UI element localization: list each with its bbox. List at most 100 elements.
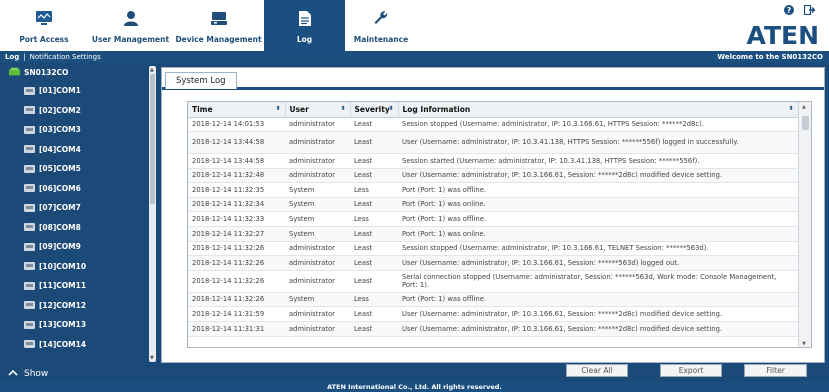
clear-all-button[interactable]: Clear All bbox=[566, 364, 628, 377]
top-right-actions: ? bbox=[784, 4, 816, 18]
cell-info: Session stopped (Username: administrator… bbox=[398, 241, 798, 257]
sidebar-item-port[interactable]: [07]COM7 bbox=[0, 198, 148, 218]
cell-info: Port (Port: 1) was offline. bbox=[398, 292, 798, 308]
wrench-icon bbox=[372, 9, 390, 27]
sort-icon[interactable]: ⬍ bbox=[275, 105, 280, 112]
column-header-time[interactable]: Time ⬍ bbox=[188, 102, 286, 118]
column-header-severity[interactable]: Severity ⬍ bbox=[350, 102, 399, 118]
export-button[interactable]: Export bbox=[660, 364, 722, 377]
nav-tab-user-management[interactable]: User Management bbox=[88, 0, 173, 51]
sidebar-item-port[interactable]: [09]COM9 bbox=[0, 237, 148, 257]
sidebar-item-label: [09]COM9 bbox=[39, 242, 81, 252]
sidebar-item-port[interactable]: [05]COM5 bbox=[0, 159, 148, 179]
cell-severity: Least bbox=[350, 131, 398, 155]
sidebar-item-port[interactable]: [13]COM13 bbox=[0, 315, 148, 335]
table-row[interactable]: 2018-12-14 11:32:26 System Less Port (Port:… bbox=[188, 292, 798, 308]
port-icon bbox=[24, 261, 36, 271]
column-header-user[interactable]: User ⬍ bbox=[285, 102, 351, 118]
cell-user: administrator bbox=[285, 153, 350, 169]
sidebar-item-port[interactable]: [11]COM11 bbox=[0, 276, 148, 296]
sidebar-item-port[interactable]: [01]COM1 bbox=[0, 81, 148, 101]
sidebar-item-port[interactable]: [04]COM4 bbox=[0, 140, 148, 160]
nav-tab-log[interactable]: Log bbox=[264, 0, 345, 51]
tree-root-device[interactable]: SN0132CO bbox=[0, 63, 148, 81]
sidebar-item-label: [13]COM13 bbox=[39, 320, 87, 330]
column-header-log-information[interactable]: Log Information ⬍ bbox=[398, 102, 799, 118]
column-label: Severity bbox=[354, 104, 390, 114]
cell-severity: Least bbox=[350, 226, 398, 242]
device-tree-icon bbox=[9, 67, 21, 77]
table-row[interactable]: 2018-12-14 11:32:35 System Less Port (Port:… bbox=[188, 182, 798, 198]
nav-tab-port-access[interactable]: Port Access bbox=[0, 0, 88, 51]
svg-text:?: ? bbox=[787, 6, 792, 15]
sidebar-item-label: [04]COM4 bbox=[39, 144, 81, 154]
sidebar-item-label: [14]COM14 bbox=[39, 339, 87, 349]
table-row[interactable]: 2018-12-14 11:32:27 System Least Port (Port… bbox=[188, 226, 798, 242]
cell-time: 2018-12-14 11:32:48 bbox=[188, 168, 285, 184]
breadcrumb: Log | Notification Settings bbox=[0, 53, 101, 61]
port-icon bbox=[24, 203, 36, 213]
tree-root-label: SN0132CO bbox=[24, 67, 69, 77]
main-panel: System Log Time ⬍ User ⬍ Severity ⬍ Log Inf… bbox=[157, 63, 829, 382]
log-table: Time ⬍ User ⬍ Severity ⬍ Log Information ⬍ 2… bbox=[188, 102, 799, 337]
sort-icon[interactable]: ⬍ bbox=[340, 105, 345, 112]
sidebar-scrollbar[interactable]: ▲ ▼ bbox=[149, 66, 156, 362]
table-row[interactable]: 2018-12-14 13:44:58 administrator Least Use… bbox=[188, 131, 798, 155]
scroll-up-icon[interactable]: ▲ bbox=[802, 104, 806, 110]
table-row[interactable]: 2018-12-14 11:32:48 administrator Least Use… bbox=[188, 168, 798, 184]
cell-severity: Least bbox=[350, 241, 398, 257]
port-icon bbox=[24, 105, 36, 115]
cell-time: 2018-12-14 13:44:58 bbox=[188, 153, 285, 169]
cell-time: 2018-12-14 11:32:26 bbox=[188, 241, 285, 257]
grid-scroll-thumb[interactable] bbox=[802, 116, 809, 130]
grid-scrollbar[interactable]: ▲ ▼ bbox=[798, 102, 811, 347]
tab-system-log[interactable]: System Log bbox=[165, 72, 237, 89]
sort-icon[interactable]: ⬍ bbox=[788, 105, 793, 112]
breadcrumb-log[interactable]: Log bbox=[5, 53, 19, 61]
table-row[interactable]: 2018-12-14 11:31:59 administrator Least Use… bbox=[188, 306, 798, 323]
cell-info: User (Username: administrator, IP: 10.3.… bbox=[398, 168, 798, 184]
action-bar: Clear All Export Filter bbox=[161, 364, 825, 378]
cell-severity: Least bbox=[350, 153, 398, 169]
logout-icon[interactable] bbox=[803, 4, 816, 18]
table-row[interactable]: 2018-12-14 11:32:26 administrator Least Use… bbox=[188, 255, 798, 271]
table-row[interactable]: 2018-12-14 11:32:34 System Least Port (Port… bbox=[188, 197, 798, 213]
cell-user: administrator bbox=[285, 306, 350, 323]
cell-time: 2018-12-14 11:32:35 bbox=[188, 182, 285, 198]
table-row[interactable]: 2018-12-14 11:32:26 administrator Least Ser… bbox=[188, 270, 798, 293]
table-row[interactable]: 2018-12-14 11:32:33 System Less Port (Port:… bbox=[188, 211, 798, 228]
table-row[interactable]: 2018-12-14 13:44:58 administrator Least Ses… bbox=[188, 153, 798, 169]
sidebar-item-port[interactable]: [10]COM10 bbox=[0, 257, 148, 277]
sidebar-scroll-thumb[interactable] bbox=[150, 74, 155, 204]
sidebar-item-port[interactable]: [12]COM12 bbox=[0, 296, 148, 316]
sidebar-item-port[interactable]: [03]COM3 bbox=[0, 120, 148, 140]
port-icon bbox=[24, 339, 36, 349]
scroll-up-icon[interactable]: ▲ bbox=[150, 67, 154, 73]
table-row[interactable]: 2018-12-14 11:32:26 administrator Least Ses… bbox=[188, 241, 798, 257]
sidebar-item-port[interactable]: [14]COM14 bbox=[0, 335, 148, 355]
sidebar-item-port[interactable]: [08]COM8 bbox=[0, 218, 148, 238]
top-navigation: Port Access User Management Device Manag… bbox=[0, 0, 829, 51]
table-row[interactable]: 2018-12-14 11:31:31 administrator Least Use… bbox=[188, 321, 798, 337]
sidebar-item-port[interactable]: [06]COM6 bbox=[0, 179, 148, 199]
cell-info: User (Username: administrator, IP: 10.3.… bbox=[398, 131, 798, 155]
port-access-icon bbox=[35, 9, 53, 27]
show-toggle[interactable]: Show bbox=[0, 366, 157, 382]
table-row[interactable]: 2018-12-14 14:01:53 administrator Least Ses… bbox=[188, 117, 798, 133]
sort-icon[interactable]: ⬍ bbox=[388, 105, 393, 112]
filter-button[interactable]: Filter bbox=[744, 364, 807, 377]
cell-time: 2018-12-14 11:31:31 bbox=[188, 321, 285, 337]
cell-time: 2018-12-14 11:32:27 bbox=[188, 226, 285, 242]
sidebar-item-port[interactable]: [02]COM2 bbox=[0, 101, 148, 121]
nav-tab-maintenance[interactable]: Maintenance bbox=[345, 0, 417, 51]
port-icon bbox=[24, 125, 36, 135]
help-icon[interactable]: ? bbox=[784, 5, 794, 18]
cell-user: administrator bbox=[285, 131, 350, 155]
sidebar-item-label: [03]COM3 bbox=[39, 125, 81, 135]
breadcrumb-notification-settings[interactable]: Notification Settings bbox=[30, 53, 101, 61]
scroll-down-icon[interactable]: ▼ bbox=[150, 355, 154, 361]
cell-info: Port (Port: 1) was offline. bbox=[398, 211, 798, 228]
scroll-down-icon[interactable]: ▼ bbox=[802, 341, 806, 347]
log-icon bbox=[296, 9, 314, 27]
nav-tab-device-management[interactable]: Device Management bbox=[173, 0, 264, 51]
